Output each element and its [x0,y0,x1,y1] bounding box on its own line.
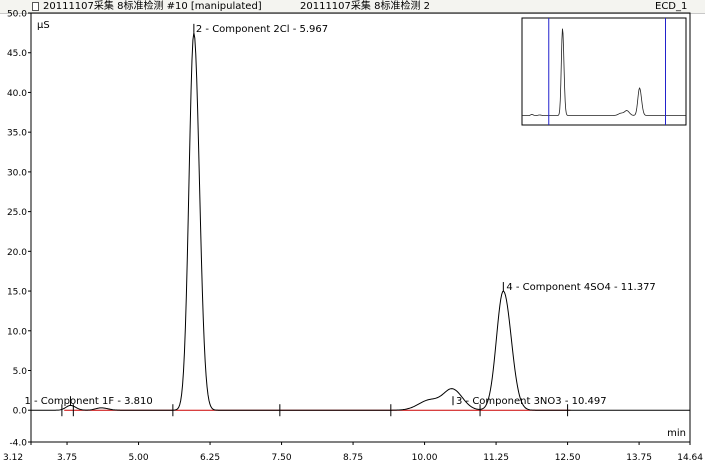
y-tick-label: 25.0 [7,208,27,218]
y-tick-label: 0.0 [13,407,28,417]
inset-overview [521,17,687,126]
y-tick-label: 10.0 [7,327,27,337]
x-tick-label: 13.75 [626,453,652,463]
y-tick-label: 35.0 [7,129,27,139]
x-tick-label: 7.50 [272,453,292,463]
y-axis-unit-label: µS [37,20,50,31]
peak-label: 4 - Component 4SO4 - 11.377 [506,282,655,293]
peak-label: 1 - Component 1F - 3.810 [24,396,152,407]
x-tick-label: 5.00 [129,453,149,463]
chromatogram-chart[interactable]: -4.0 0.0 5.0 10.0 15.0 20.0 25.0 30.0 35.0 40.0 45… [0,0,705,464]
x-tick-label: 3.75 [57,453,77,463]
y-tick-label: 15.0 [7,288,27,298]
x-tick-label: 12.50 [555,453,581,463]
x-tick-label: 11.25 [483,453,509,463]
y-tick-label: 30.0 [7,168,27,178]
x-tick-label: 6.25 [200,453,220,463]
y-tick-label: 20.0 [7,248,27,258]
x-tick-label: 14.64 [677,453,703,463]
x-tick-label: 10.00 [412,453,438,463]
peak-label: 3 - Component 3NO3 - 10.497 [456,396,607,407]
y-tick-label: 45.0 [7,49,27,59]
x-axis-unit-label: min [667,428,686,439]
x-tick-label: 3.12 [3,453,23,463]
y-tick-label: -4.0 [9,439,27,449]
y-tick-label: 50.0 [7,10,27,20]
x-tick-label: 8.75 [343,453,363,463]
y-tick-label: 5.0 [13,367,28,377]
y-tick-label: 40.0 [7,89,27,99]
peak-label: 2 - Component 2Cl - 5.967 [196,24,328,35]
